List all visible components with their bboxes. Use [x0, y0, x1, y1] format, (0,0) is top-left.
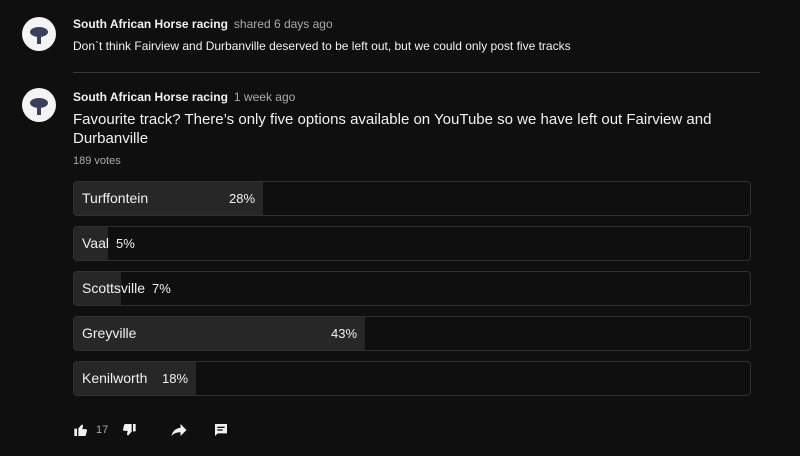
channel-avatar[interactable]	[22, 88, 56, 122]
poll-option-percent: 28%	[229, 191, 256, 206]
like-count: 17	[96, 424, 109, 436]
post-header: South African Horse racing shared 6 days …	[73, 17, 333, 31]
poll-question: Favourite track? There’s only five optio…	[73, 111, 712, 147]
divider	[73, 72, 760, 73]
poll-option-kenilworth[interactable]: Kenilworth 18%	[73, 361, 751, 396]
post-timestamp[interactable]: shared 6 days ago	[234, 17, 333, 31]
poll-option-label: Greyville	[82, 325, 137, 341]
poll-option-vaal[interactable]: Vaal 5%	[73, 226, 751, 261]
dislike-button[interactable]	[121, 420, 137, 440]
post-timestamp[interactable]: 1 week ago	[234, 90, 295, 104]
post-header: South African Horse racing 1 week ago	[73, 90, 295, 104]
thumb-down-icon	[123, 424, 136, 436]
poll-option-percent: 43%	[331, 326, 358, 341]
poll-option-scottsville[interactable]: Scottsville 7%	[73, 271, 751, 306]
thumb-up-icon	[74, 424, 87, 436]
share-button[interactable]	[169, 420, 189, 440]
comment-button[interactable]	[213, 420, 229, 440]
channel-avatar[interactable]	[22, 17, 56, 51]
share-icon	[171, 424, 187, 436]
poll-option-turffontein[interactable]: Turffontein 28%	[73, 181, 751, 216]
poll-option-label: Kenilworth	[82, 370, 148, 386]
poll-option-label: Vaal	[82, 235, 109, 251]
comment-icon	[215, 424, 227, 436]
author-name[interactable]: South African Horse racing	[73, 90, 228, 104]
author-name[interactable]: South African Horse racing	[73, 17, 228, 31]
poll-option-greyville[interactable]: Greyville 43%	[73, 316, 751, 351]
post-text: Don`t think Fairview and Durbanville des…	[73, 39, 571, 53]
like-button[interactable]: 17	[73, 420, 108, 440]
poll-option-label: Scottsville	[82, 280, 146, 296]
vote-count: 189 votes	[73, 155, 121, 167]
poll-option-percent: 18%	[162, 371, 189, 386]
poll-option-percent: 5%	[116, 236, 135, 251]
poll-option-percent: 7%	[152, 281, 171, 296]
poll-option-label: Turffontein	[82, 190, 149, 206]
